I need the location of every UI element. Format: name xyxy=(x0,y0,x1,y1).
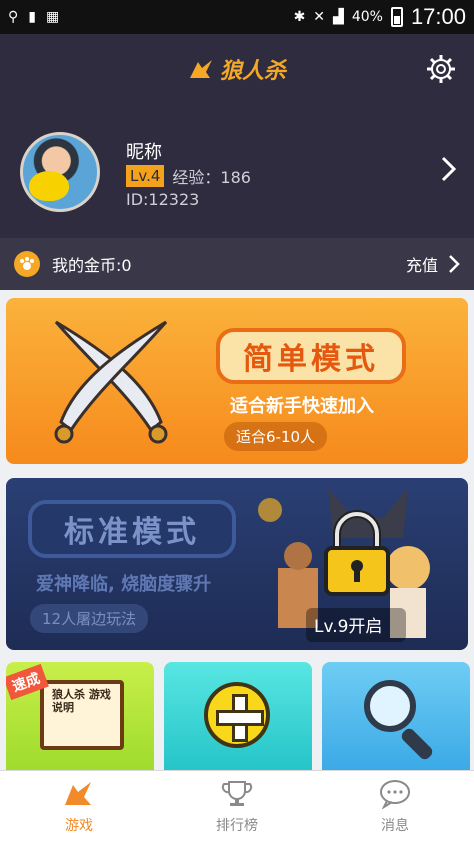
tab-messages[interactable]: 消息 xyxy=(316,771,474,842)
signal-icon: ▟ xyxy=(333,9,344,25)
level-badge: Lv.4 xyxy=(126,165,165,187)
usb-icon: ⚲ xyxy=(8,9,19,25)
recharge-button[interactable]: 充值 xyxy=(406,252,460,276)
magnifier-handle xyxy=(399,726,435,762)
battery-icon xyxy=(390,7,403,27)
app-logo: 狼人杀 xyxy=(188,53,286,85)
tab-messages-label: 消息 xyxy=(381,817,409,834)
coin-paw-icon xyxy=(14,251,40,277)
bluetooth-icon: ✱ xyxy=(293,9,306,25)
wolf-logo-icon xyxy=(189,60,212,78)
status-bar: ⚲ ▮ ▦ ✱ ✕ ▟ 40% 17:00 xyxy=(0,0,474,34)
plus-icon xyxy=(204,682,270,748)
profile-card[interactable]: 昵称 Lv.4 经验：186 ID:12323 xyxy=(0,104,474,238)
standard-mode-title: 标准模式 xyxy=(28,500,236,558)
trophy-icon xyxy=(221,780,253,806)
easy-mode-subtitle: 适合新手快速加入 xyxy=(230,396,374,417)
chat-bubble-icon xyxy=(380,779,410,809)
standard-mode-players: 12人屠边玩法 xyxy=(30,604,149,633)
create-room-card[interactable] xyxy=(164,662,312,772)
coin-bar: 我的金币:0 充值 xyxy=(0,238,474,290)
lock-icon xyxy=(324,510,390,596)
wolf-tab-icon xyxy=(65,781,91,805)
search-room-card[interactable] xyxy=(322,662,470,772)
tab-game[interactable]: 游戏 xyxy=(0,771,158,842)
tab-game-label: 游戏 xyxy=(65,817,93,834)
avatar[interactable] xyxy=(20,132,100,212)
app-title: 狼人杀 xyxy=(219,59,286,84)
settings-gear-icon[interactable] xyxy=(426,54,456,84)
easy-mode-card[interactable]: 简单模式 适合新手快速加入 适合6-10人 xyxy=(6,298,468,464)
game-guide-card[interactable]: 狼人杀 游戏说明 速成 xyxy=(6,662,154,772)
recharge-label: 充值 xyxy=(405,256,438,275)
chevron-right-icon[interactable] xyxy=(440,156,456,182)
mute-icon: ✕ xyxy=(313,9,326,25)
tab-leaderboard[interactable]: 排行榜 xyxy=(158,771,316,842)
battery-percent: 40% xyxy=(351,9,383,25)
coin-balance: 我的金币:0 xyxy=(52,256,132,275)
sim-icon: ▮ xyxy=(28,9,36,25)
nickname: 昵称 xyxy=(126,142,162,163)
guide-book-icon: 狼人杀 游戏说明 xyxy=(40,680,124,750)
chevron-right-icon xyxy=(449,255,460,273)
user-id: ID:12323 xyxy=(126,190,200,209)
standard-mode-card[interactable]: 标准模式 爱神降临, 烧脑度骤升 12人屠边玩法 Lv.9开启 xyxy=(6,478,468,650)
tab-leaderboard-label: 排行榜 xyxy=(216,817,258,834)
bottom-tab-bar: 游戏 排行榜 消息 xyxy=(0,770,474,842)
crossed-swords-icon xyxy=(54,320,168,444)
level-row: Lv.4 经验：186 xyxy=(126,164,251,188)
clock: 17:00 xyxy=(410,4,466,29)
magnifier-icon xyxy=(364,680,416,732)
standard-mode-subtitle: 爱神降临, 烧脑度骤升 xyxy=(36,574,212,595)
unlock-requirement: Lv.9开启 xyxy=(314,617,383,637)
experience: 经验：186 xyxy=(172,168,251,187)
guide-book-title: 狼人杀 游戏说明 xyxy=(52,688,111,714)
easy-mode-players: 适合6-10人 xyxy=(224,422,328,451)
app-header: 狼人杀 xyxy=(0,34,474,104)
duck-float-image xyxy=(29,171,69,201)
easy-mode-title: 简单模式 xyxy=(216,328,406,384)
no-sim-icon: ▦ xyxy=(45,9,60,25)
